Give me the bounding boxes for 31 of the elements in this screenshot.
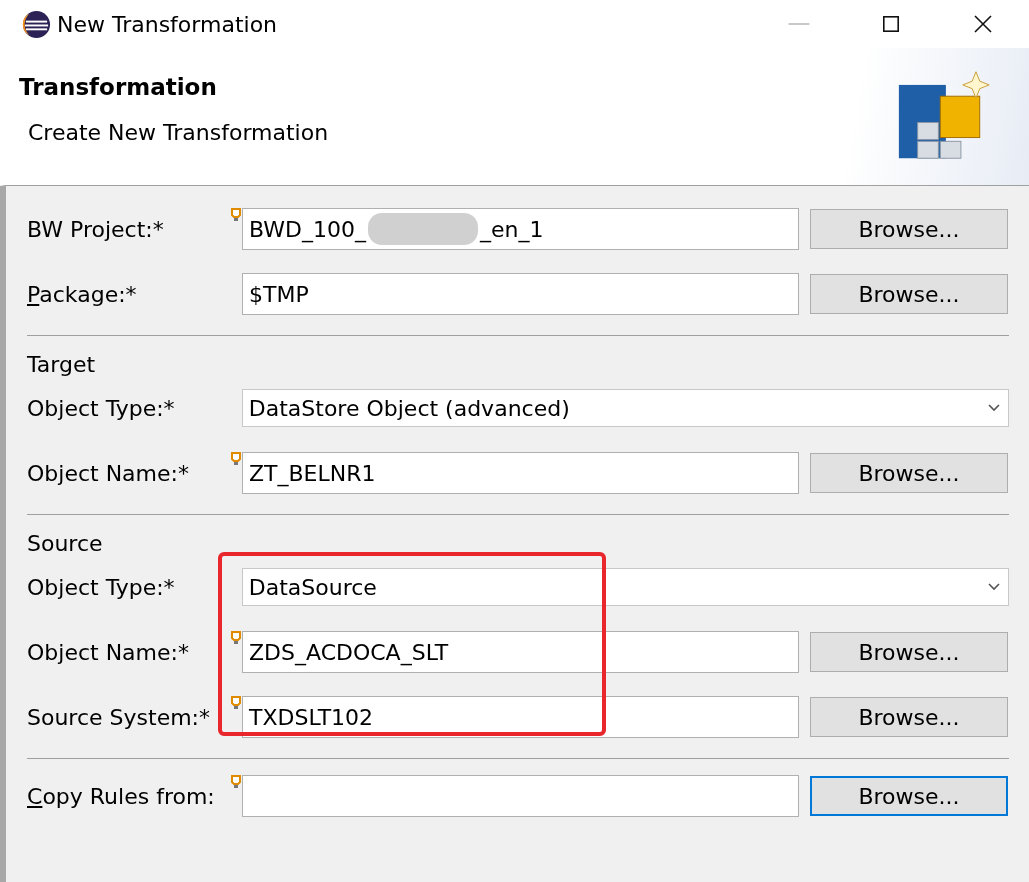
browse-button[interactable]: Browse... — [810, 776, 1008, 816]
field-label: Object Name:* — [27, 460, 190, 486]
browse-button[interactable]: Browse... — [810, 632, 1008, 672]
browse-button[interactable]: Browse... — [810, 453, 1008, 493]
app-logo-icon — [22, 9, 51, 39]
section-title: Target — [27, 352, 97, 377]
browse-button[interactable]: Browse... — [810, 274, 1008, 314]
browse-button[interactable]: Browse... — [810, 697, 1008, 737]
field-label: Package:* — [27, 281, 138, 307]
dropdown-field[interactable]: DataStore Object (advanced) — [241, 389, 1009, 427]
field-label: Object Type:* — [27, 395, 176, 421]
text-field[interactable]: BWD_100_ _en_1 — [242, 208, 799, 250]
page-description: Create New Transformation — [28, 120, 329, 145]
field-label: Source System:* — [27, 704, 211, 730]
browse-button[interactable]: Browse... — [810, 209, 1008, 249]
field-label: Object Name:* — [27, 639, 190, 665]
section-title: Source — [27, 531, 104, 556]
field-label: BW Project:* — [27, 216, 165, 242]
text-field[interactable]: ZT_BELNR1 — [242, 452, 799, 494]
text-field[interactable]: ZDS_ACDOCA_SLT — [242, 631, 799, 673]
chevron-down-icon — [988, 583, 1000, 591]
chevron-down-icon — [988, 404, 1000, 412]
dropdown-field[interactable]: DataSource — [241, 568, 1009, 606]
text-field[interactable]: TXDSLT102 — [242, 696, 799, 738]
text-field[interactable]: $TMP — [242, 273, 799, 315]
field-label: Object Type:* — [27, 574, 176, 600]
window-title: New Transformation — [57, 11, 278, 37]
field-label: Copy Rules from: — [27, 783, 216, 809]
text-field[interactable] — [242, 775, 799, 817]
page-title: Transformation — [19, 74, 218, 100]
wizard-blocks-icon — [897, 68, 991, 162]
